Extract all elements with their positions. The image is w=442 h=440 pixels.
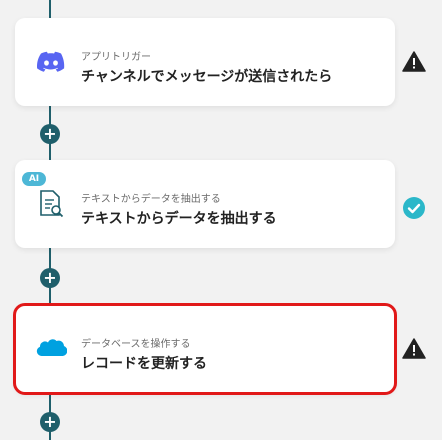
salesforce-cloud-icon <box>35 333 67 365</box>
step-category: データベースを操作する <box>81 339 191 350</box>
step-title: レコードを更新する <box>81 356 207 372</box>
step-category: アプリトリガー <box>81 52 151 63</box>
check-complete-icon <box>402 196 426 220</box>
step-title: テキストからデータを抽出する <box>81 211 277 227</box>
ai-badge: AI <box>22 172 46 186</box>
add-step-button[interactable]: + <box>40 124 60 144</box>
step-category: テキストからデータを抽出する <box>81 194 221 205</box>
step-card-trigger[interactable]: アプリトリガー チャンネルでメッセージが送信されたら <box>15 18 395 106</box>
discord-icon <box>35 46 67 78</box>
step-title: チャンネルでメッセージが送信されたら <box>81 69 333 85</box>
warning-icon[interactable] <box>402 337 426 361</box>
warning-icon[interactable] <box>402 50 426 74</box>
document-search-icon <box>35 188 67 220</box>
add-step-button[interactable]: + <box>40 268 60 288</box>
step-card-ai-extract[interactable]: テキストからデータを抽出する テキストからデータを抽出する <box>15 160 395 248</box>
add-step-button[interactable]: + <box>40 412 60 432</box>
step-card-update-record[interactable]: データベースを操作する レコードを更新する <box>13 303 397 395</box>
